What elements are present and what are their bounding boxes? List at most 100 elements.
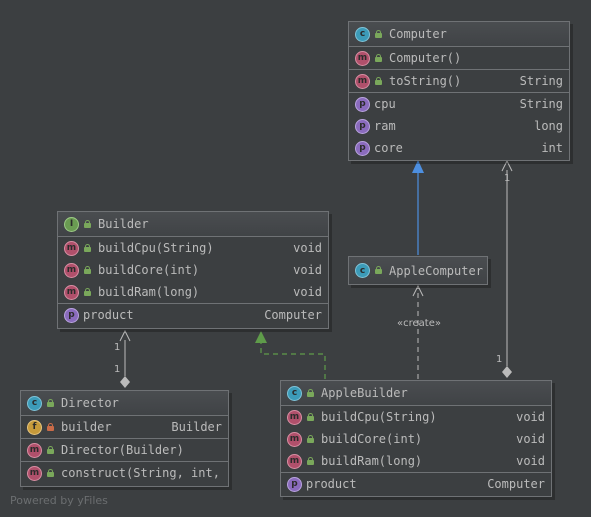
public-lock-icon (306, 434, 315, 444)
public-lock-icon (83, 265, 92, 275)
method-icon: m (355, 50, 370, 66)
public-lock-icon (46, 445, 55, 455)
field-row[interactable]: p product Computer (58, 304, 328, 326)
member-name: Computer() (389, 51, 462, 65)
member-name: buildCore(int) (321, 432, 423, 446)
property-icon: p (287, 476, 302, 492)
public-lock-icon (306, 388, 315, 398)
public-lock-icon (306, 412, 315, 422)
method-icon: m (287, 453, 302, 469)
interface-builder[interactable]: I Builder m buildCpu(String) void m buil… (57, 211, 329, 329)
member-name: product (83, 308, 134, 322)
property-icon: p (355, 96, 370, 112)
method-icon: m (27, 442, 42, 458)
class-icon: c (27, 395, 42, 411)
private-lock-icon (46, 422, 55, 432)
interface-icon: I (64, 216, 79, 232)
multiplicity-label: 1 (504, 173, 511, 184)
inheritance-edge-applecomputer-computer (412, 160, 424, 255)
method-icon: m (287, 409, 302, 425)
class-applebuilder[interactable]: c AppleBuilder m buildCpu(String) void m… (280, 380, 552, 497)
member-name: ram (374, 119, 396, 133)
field-row[interactable]: p cpu String (349, 93, 569, 115)
member-type: void (516, 410, 545, 424)
member-type: void (293, 263, 322, 277)
method-row[interactable]: m toString() String (349, 70, 569, 92)
public-lock-icon (374, 29, 383, 39)
method-row[interactable]: m buildRam(long) void (281, 450, 551, 472)
public-lock-icon (46, 468, 55, 478)
member-name: Director(Builder) (61, 443, 184, 457)
class-header: c Computer (349, 22, 569, 47)
property-icon: p (355, 140, 370, 156)
method-icon: m (64, 240, 79, 256)
association-edge-applebuilder-computer (501, 159, 513, 378)
class-director[interactable]: c Director f builder Builder m Director(… (20, 390, 229, 487)
create-label: «create» (397, 318, 441, 329)
method-icon: m (355, 73, 370, 89)
public-lock-icon (306, 456, 315, 466)
method-row[interactable]: m buildCore(int) void (58, 259, 328, 281)
class-header: c Director (21, 391, 228, 416)
class-title: Director (61, 396, 119, 410)
implementation-edge-applebuilder-builder (255, 331, 326, 379)
member-type: void (293, 285, 322, 299)
member-type: String (519, 74, 563, 88)
field-row[interactable]: p core int (349, 137, 569, 159)
class-computer[interactable]: c Computer m Computer() m toString() Str… (348, 21, 570, 161)
member-type: String (519, 97, 563, 111)
member-name: builder (61, 420, 112, 434)
field-row[interactable]: p product Computer (281, 473, 551, 495)
field-row[interactable]: f builder Builder (21, 416, 228, 438)
member-name: product (306, 477, 357, 491)
method-row[interactable]: m buildCpu(String) void (58, 237, 328, 259)
method-row[interactable]: m buildCpu(String) void (281, 406, 551, 428)
member-type: long (534, 119, 563, 133)
class-icon: c (355, 263, 370, 278)
class-title: AppleBuilder (321, 386, 408, 400)
class-applecomputer[interactable]: c AppleComputer (348, 256, 488, 285)
member-name: buildRam(long) (98, 285, 200, 299)
class-title: AppleComputer (389, 263, 483, 278)
association-edge-director-builder (119, 329, 131, 388)
member-name: buildRam(long) (321, 454, 423, 468)
member-type: Builder (171, 420, 222, 434)
property-icon: p (64, 307, 79, 323)
member-name: cpu (374, 97, 396, 111)
member-name: construct(String, int, l (61, 466, 222, 480)
method-icon: m (64, 262, 79, 278)
member-name: buildCpu(String) (321, 410, 437, 424)
method-row[interactable]: m buildCore(int) void (281, 428, 551, 450)
public-lock-icon (83, 287, 92, 297)
constructor-row[interactable]: m Director(Builder) (21, 439, 228, 461)
field-icon: f (27, 419, 42, 435)
member-type: void (516, 432, 545, 446)
create-dependency-edge (412, 284, 424, 379)
method-icon: m (64, 284, 79, 300)
class-header: I Builder (58, 212, 328, 237)
method-row[interactable]: m buildRam(long) void (58, 281, 328, 303)
member-type: void (516, 454, 545, 468)
class-icon: c (287, 385, 302, 401)
public-lock-icon (374, 53, 383, 63)
class-header: c AppleComputer (349, 257, 487, 284)
public-lock-icon (46, 398, 55, 408)
member-type: int (541, 141, 563, 155)
class-title: Builder (98, 217, 149, 231)
public-lock-icon (83, 219, 92, 229)
class-icon: c (355, 26, 370, 42)
public-lock-icon (374, 76, 383, 86)
public-lock-icon (83, 243, 92, 253)
multiplicity-label: 1 (114, 342, 121, 353)
member-name: buildCpu(String) (98, 241, 214, 255)
method-icon: m (287, 431, 302, 447)
method-icon: m (27, 465, 42, 481)
constructor-row[interactable]: m Computer() (349, 47, 569, 69)
public-lock-icon (374, 266, 383, 275)
method-row[interactable]: m construct(String, int, l (21, 462, 228, 484)
member-type: void (293, 241, 322, 255)
footer-credit: Powered by yFiles (10, 494, 108, 507)
member-name: core (374, 141, 403, 155)
field-row[interactable]: p ram long (349, 115, 569, 137)
class-title: Computer (389, 27, 447, 41)
